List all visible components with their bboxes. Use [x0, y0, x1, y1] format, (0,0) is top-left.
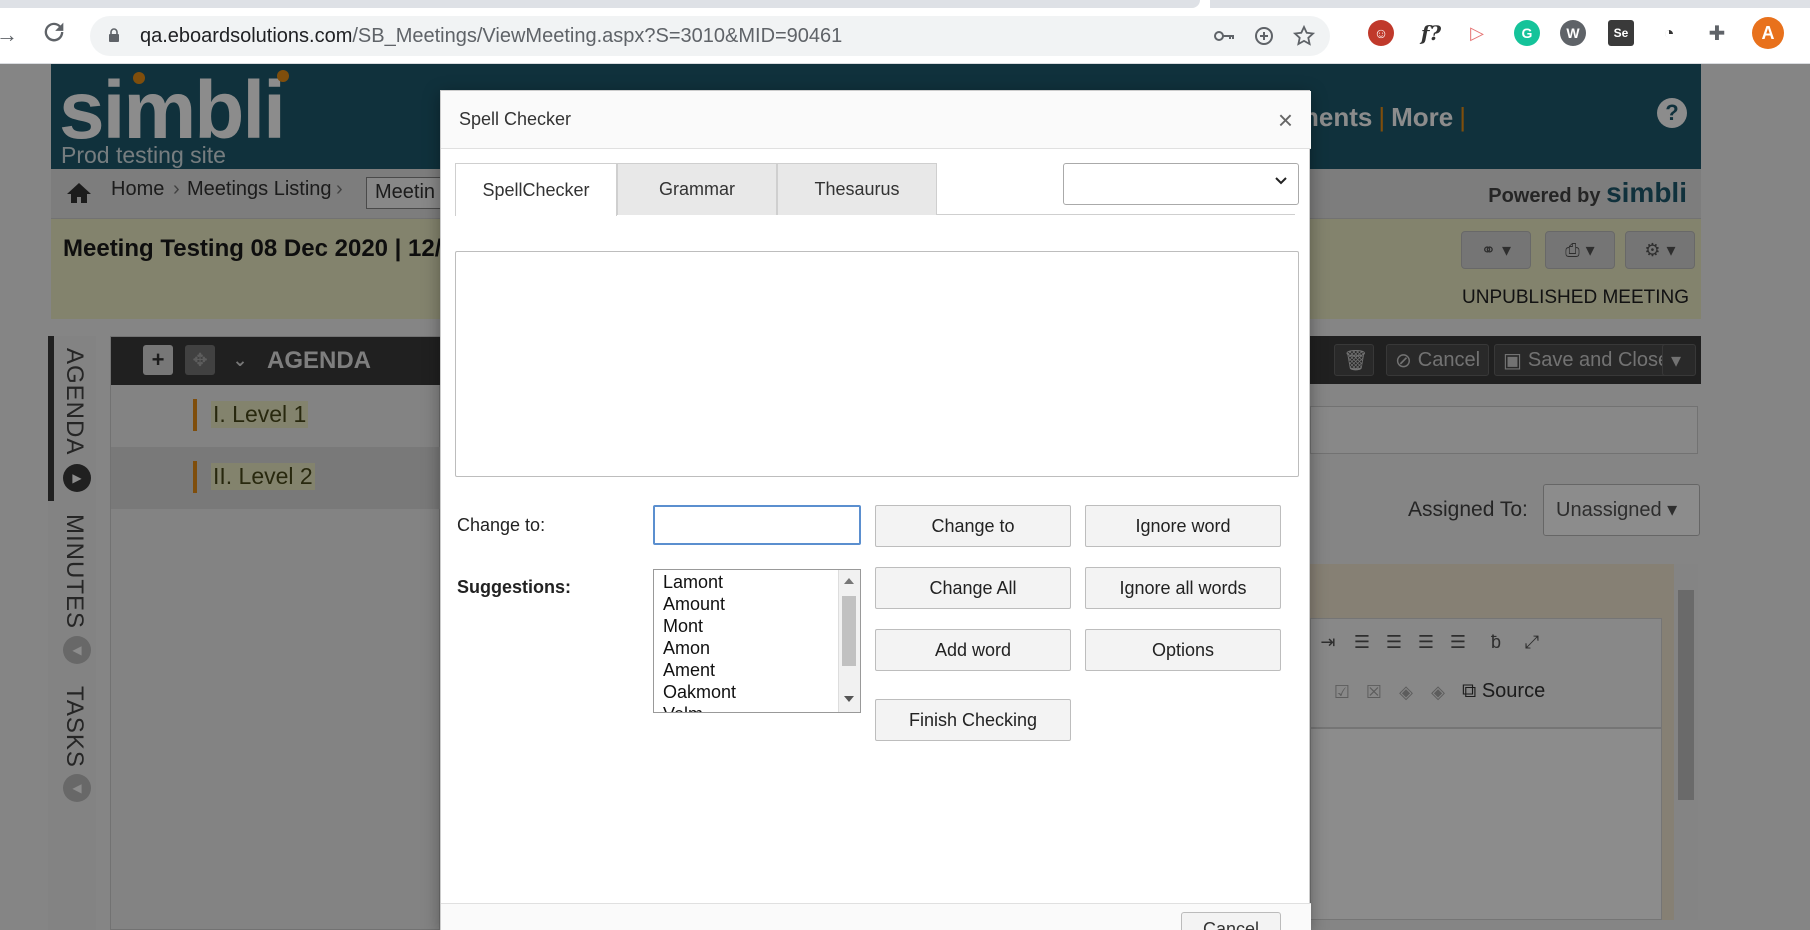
tab-strip — [0, 0, 1200, 8]
reload-icon[interactable] — [40, 18, 68, 46]
suggestion-item[interactable]: Velm — [663, 704, 703, 712]
selenium-icon[interactable]: Se — [1608, 20, 1634, 46]
video-extension-icon[interactable]: ▷ — [1464, 20, 1490, 46]
scroll-up-icon[interactable] — [844, 578, 854, 584]
close-icon[interactable]: × — [1278, 107, 1293, 133]
scroll-down-icon[interactable] — [844, 696, 854, 702]
fx-extension-icon[interactable]: f? — [1418, 20, 1444, 46]
dialog-title: Spell Checker — [459, 109, 572, 129]
puzzle-icon[interactable]: ✚ — [1704, 20, 1730, 46]
suggestions-scrollbar[interactable] — [838, 570, 860, 712]
tab-grammar[interactable]: Grammar — [617, 163, 777, 215]
suggestion-item[interactable]: Amon — [663, 638, 710, 659]
suggestion-item[interactable]: Ament — [663, 660, 715, 681]
grammarly-icon[interactable]: G — [1514, 20, 1540, 46]
tab-thesaurus[interactable]: Thesaurus — [777, 163, 937, 215]
change-to-input[interactable] — [653, 505, 861, 545]
suggestions-label: Suggestions: — [457, 577, 572, 597]
suggestion-item[interactable]: Mont — [663, 616, 703, 637]
ignore-word-button[interactable]: Ignore word — [1085, 505, 1281, 547]
add-word-button[interactable]: Add word — [875, 629, 1071, 671]
dialog-header: Spell Checker × — [441, 91, 1311, 149]
ignore-all-words-button[interactable]: Ignore all words — [1085, 567, 1281, 609]
tab-strip-right — [1210, 0, 1810, 8]
star-icon[interactable] — [1292, 24, 1316, 48]
suggestion-item[interactable]: Amount — [663, 594, 725, 615]
url-text[interactable]: qa.eboardsolutions.com/SB_Meetings/ViewM… — [140, 25, 842, 48]
suggestions-list[interactable]: Lamont Amount Mont Amon Ament Oakmont Ve… — [653, 569, 861, 713]
key-icon[interactable] — [1212, 24, 1236, 48]
language-select[interactable] — [1063, 163, 1299, 205]
change-to-label: Change to: — [457, 515, 546, 535]
spellcheck-text-area[interactable] — [455, 251, 1299, 477]
address-bar[interactable]: qa.eboardsolutions.com/SB_Meetings/ViewM… — [90, 16, 1330, 56]
browser-toolbar: → qa.eboardsolutions.com/SB_Meetings/Vie… — [0, 0, 1810, 64]
wordpress-icon[interactable]: W — [1560, 20, 1586, 46]
chevron-down-icon — [1275, 177, 1287, 185]
suggestions-scrollbar-thumb[interactable] — [842, 596, 856, 666]
forward-arrow-icon[interactable]: → — [0, 22, 18, 48]
finish-checking-button[interactable]: Finish Checking — [875, 699, 1071, 741]
suggestion-item[interactable]: Lamont — [663, 572, 723, 593]
change-to-button[interactable]: Change to — [875, 505, 1071, 547]
dialog-footer: Cancel — [441, 903, 1311, 930]
options-button[interactable]: Options — [1085, 629, 1281, 671]
profile-avatar[interactable]: A — [1752, 17, 1784, 49]
spell-checker-dialog: Spell Checker × SpellChecker Grammar The… — [440, 90, 1311, 930]
gauge-icon[interactable]: ◔ — [1656, 20, 1682, 46]
santa-extension-icon[interactable]: ☺ — [1368, 20, 1394, 46]
url-path: /SB_Meetings/ViewMeeting.aspx?S=3010&MID… — [352, 25, 843, 47]
change-all-button[interactable]: Change All — [875, 567, 1071, 609]
url-host: qa.eboardsolutions.com — [140, 25, 353, 47]
add-circle-icon[interactable] — [1252, 24, 1276, 48]
tab-spellchecker[interactable]: SpellChecker — [455, 163, 617, 216]
lock-icon[interactable] — [108, 28, 120, 42]
cancel-button[interactable]: Cancel — [1181, 912, 1281, 930]
suggestion-item[interactable]: Oakmont — [663, 682, 736, 703]
